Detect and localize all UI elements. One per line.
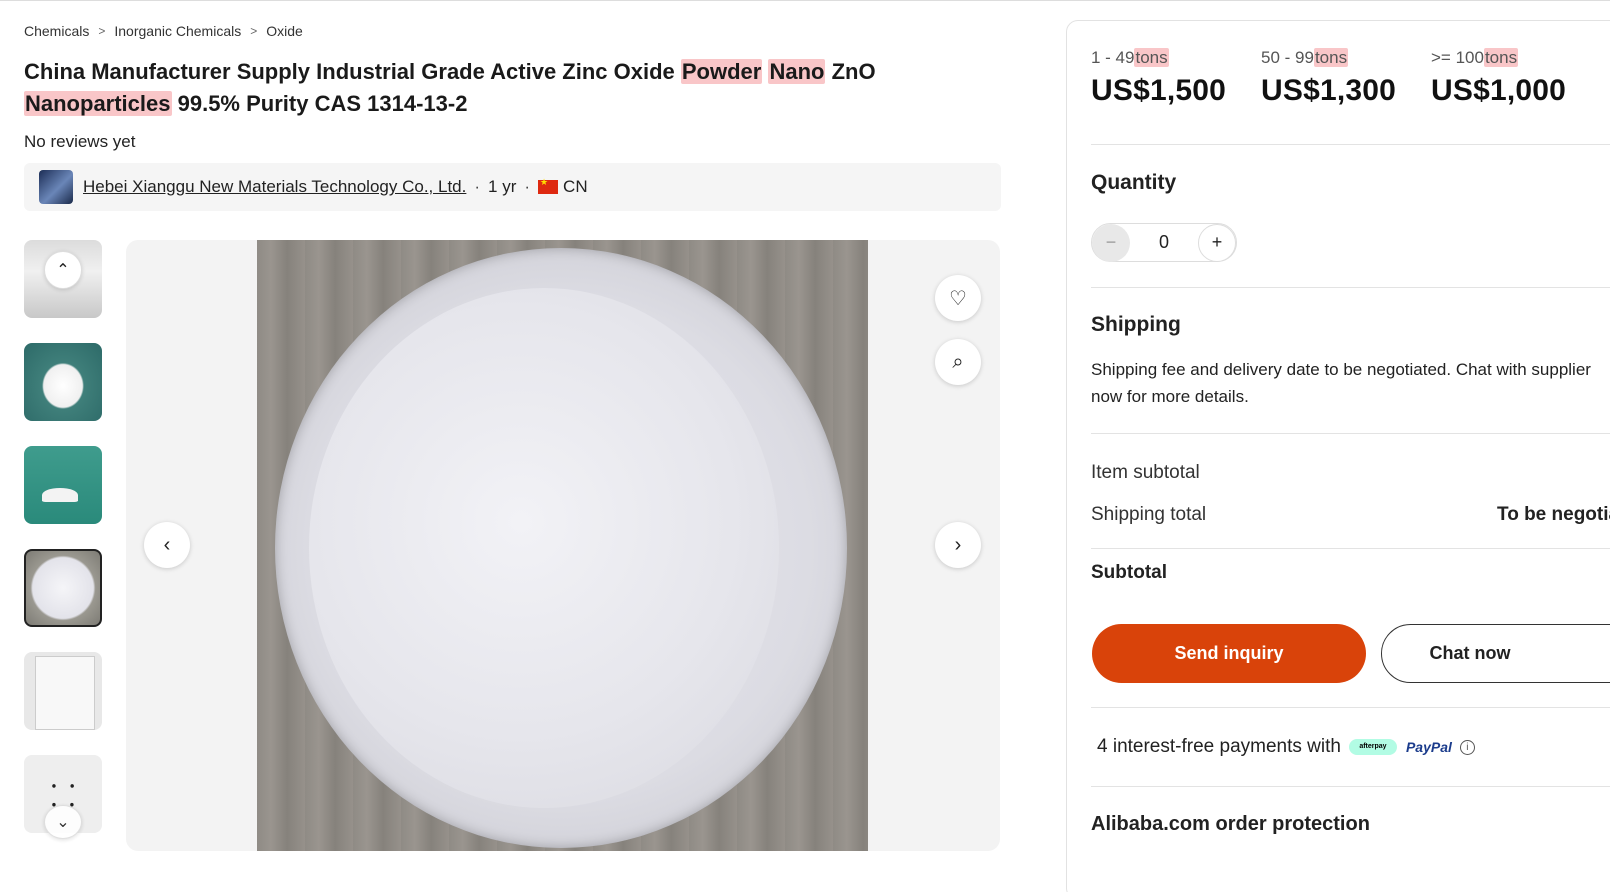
supplier-logo xyxy=(39,170,73,204)
paypal-logo: PayPal xyxy=(1405,739,1452,755)
image-search-icon: ⌕ xyxy=(952,350,964,373)
favorite-button[interactable]: ♡ xyxy=(935,275,981,321)
thumbnail-strip: ⸬ xyxy=(24,240,102,858)
main-image-gallery: ‹ › ♡ ⌕ xyxy=(126,240,1000,851)
supplier-name-link[interactable]: Hebei Xianggu New Materials Technology C… xyxy=(83,177,466,197)
tier-range: 1 - 49tons xyxy=(1091,48,1169,67)
chat-now-button[interactable]: Chat now xyxy=(1381,624,1610,683)
breadcrumb: Chemicals > Inorganic Chemicals > Oxide xyxy=(24,23,303,39)
supplier-bar: Hebei Xianggu New Materials Technology C… xyxy=(24,163,1001,211)
price-tier: 1 - 49tons US$1,500 xyxy=(1091,48,1261,108)
order-panel xyxy=(1066,20,1610,892)
tier-price: US$1,500 xyxy=(1091,74,1227,107)
price-tier: >= 100tons US$1,000 xyxy=(1431,48,1601,108)
tier-price: US$1,000 xyxy=(1431,74,1567,107)
title-highlight: Powder xyxy=(680,59,763,84)
title-highlight: Nanoparticles xyxy=(24,91,172,116)
installment-text: 4 interest-free payments with xyxy=(1097,736,1341,757)
quantity-heading: Quantity xyxy=(1091,171,1177,194)
title-text: China Manufacturer Supply Industrial Gra… xyxy=(24,59,681,84)
info-icon[interactable]: i xyxy=(1459,739,1475,755)
quantity-input[interactable]: 0 xyxy=(1159,232,1169,253)
title-highlight: Nano xyxy=(768,59,826,84)
separator-dot: · xyxy=(524,177,531,196)
quantity-increase-button[interactable]: + xyxy=(1197,223,1236,262)
divider xyxy=(1091,786,1610,787)
item-subtotal-label: Item subtotal xyxy=(1091,462,1200,483)
top-divider xyxy=(0,0,1610,3)
tier-price: US$1,300 xyxy=(1261,74,1397,107)
send-inquiry-button[interactable]: Send inquiry xyxy=(1092,624,1366,683)
tier-range: >= 100tons xyxy=(1431,48,1519,67)
separator-dot: · xyxy=(474,177,481,196)
thumbnail-2[interactable] xyxy=(24,343,102,421)
breadcrumb-chemicals[interactable]: Chemicals xyxy=(24,23,89,39)
shipping-total-value: To be negotiated xyxy=(1497,504,1610,525)
title-text: 99.5% Purity CAS 1314-13-2 xyxy=(171,91,468,116)
divider xyxy=(1091,144,1610,145)
divider xyxy=(1091,433,1610,434)
reviews-status: No reviews yet xyxy=(24,132,136,151)
price-tier: 50 - 99tons US$1,300 xyxy=(1261,48,1431,108)
chevron-left-icon: ‹ xyxy=(163,533,171,556)
heart-icon: ♡ xyxy=(949,287,967,310)
supplier-years: 1 yr xyxy=(488,177,517,196)
previous-image-button[interactable]: ‹ xyxy=(144,522,190,568)
tier-range: 50 - 99tons xyxy=(1261,48,1349,67)
chevron-right-icon: › xyxy=(954,533,962,556)
thumbnail-4-selected[interactable] xyxy=(24,549,102,627)
divider xyxy=(1091,548,1610,549)
quantity-stepper: − 0 + xyxy=(1091,223,1237,262)
chevron-down-icon: ⌄ xyxy=(56,814,70,831)
thumbnails-scroll-up-button[interactable]: ⌃ xyxy=(44,251,82,289)
thumbnails-scroll-down-button[interactable]: ⌄ xyxy=(44,805,82,839)
quantity-decrease-button[interactable]: − xyxy=(1092,223,1130,262)
subtotal-label: Subtotal xyxy=(1091,562,1167,583)
plus-icon: + xyxy=(1211,232,1223,252)
chevron-up-icon: ⌃ xyxy=(56,262,70,279)
afterpay-logo: afterpay xyxy=(1348,739,1397,755)
thumbnail-3[interactable] xyxy=(24,446,102,524)
title-text: ZnO xyxy=(825,59,876,84)
product-main-image xyxy=(257,240,868,851)
thumbnail-5[interactable] xyxy=(24,652,102,730)
chevron-right-icon: > xyxy=(98,24,106,38)
breadcrumb-oxide[interactable]: Oxide xyxy=(266,23,303,39)
powder-pile xyxy=(309,288,779,808)
image-search-button[interactable]: ⌕ xyxy=(935,339,981,385)
divider xyxy=(1091,287,1610,288)
installment-payments: 4 interest-free payments with afterpay P… xyxy=(1097,736,1475,758)
next-image-button[interactable]: › xyxy=(935,522,981,568)
breadcrumb-inorganic-chemicals[interactable]: Inorganic Chemicals xyxy=(114,23,241,39)
chevron-right-icon: > xyxy=(250,24,258,38)
shipping-heading: Shipping xyxy=(1091,313,1181,336)
supplier-country: CN xyxy=(563,177,588,196)
shipping-info-text: Shipping fee and delivery date to be neg… xyxy=(1091,360,1591,406)
product-title: China Manufacturer Supply Industrial Gra… xyxy=(24,56,904,120)
divider xyxy=(1091,707,1610,708)
china-flag-icon xyxy=(538,177,559,194)
price-tiers: 1 - 49tons US$1,500 50 - 99tons US$1,300… xyxy=(1091,48,1601,108)
shipping-total-label: Shipping total xyxy=(1091,504,1207,525)
minus-icon: − xyxy=(1105,232,1117,252)
order-protection-heading: Alibaba.com order protection xyxy=(1091,813,1370,835)
